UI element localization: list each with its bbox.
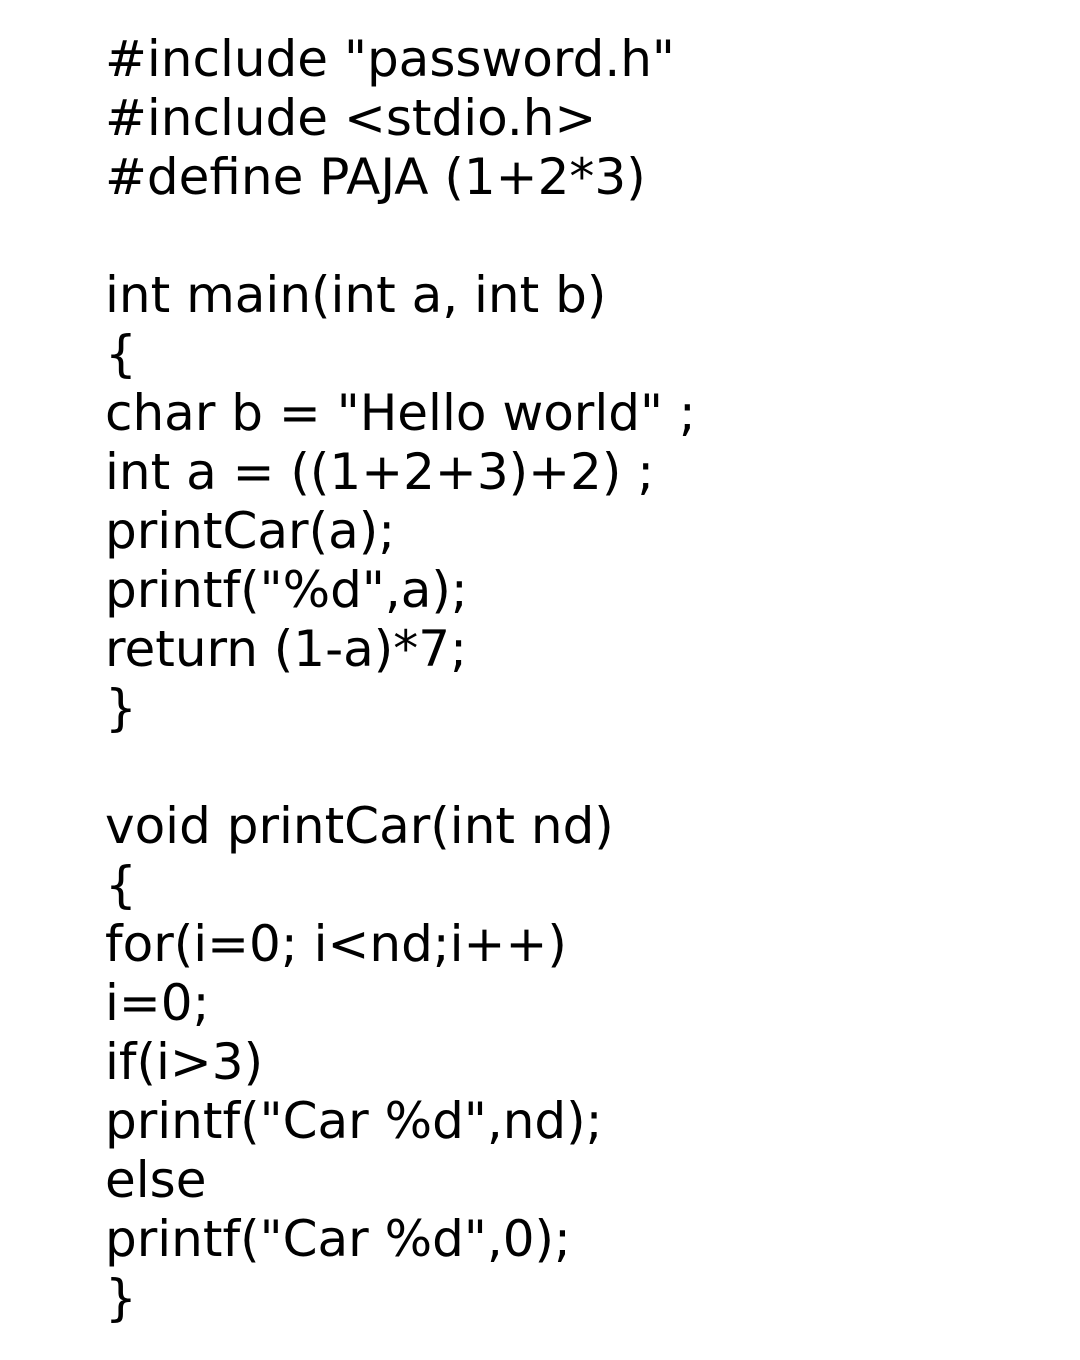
code-line: printf("Car %d",0); xyxy=(105,1210,571,1268)
code-line: } xyxy=(105,1269,137,1327)
code-line: if(i>3) xyxy=(105,1033,264,1091)
code-line: char b = "Hello world" ; xyxy=(105,384,696,442)
code-line: i=0; xyxy=(105,974,210,1032)
code-line: #define PAJA (1+2*3) xyxy=(105,148,646,206)
code-line: else xyxy=(105,1151,207,1209)
code-line: for(i=0; i<nd;i++) xyxy=(105,915,567,973)
code-line: printf("%d",a); xyxy=(105,561,468,619)
code-line: void printCar(int nd) xyxy=(105,797,614,855)
code-line: printf("Car %d",nd); xyxy=(105,1092,603,1150)
code-line: { xyxy=(105,856,137,914)
code-line: } xyxy=(105,679,137,737)
code-line: { xyxy=(105,325,137,383)
code-line: printCar(a); xyxy=(105,502,396,560)
code-line: int main(int a, int b) xyxy=(105,266,607,324)
code-line: int a = ((1+2+3)+2) ; xyxy=(105,443,655,501)
code-line: #include "password.h" xyxy=(105,30,675,88)
code-line: return (1-a)*7; xyxy=(105,620,467,678)
code-line: #include <stdio.h> xyxy=(105,89,597,147)
code-document: #include "password.h" #include <stdio.h>… xyxy=(105,30,1045,1328)
